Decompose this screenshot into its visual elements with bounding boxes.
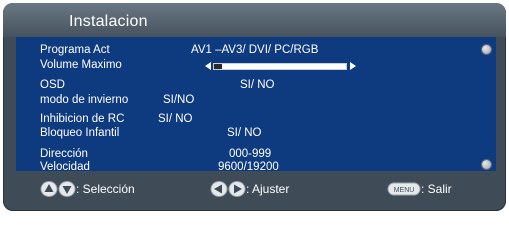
direccion-value: 000-999 (229, 148, 272, 160)
inhibicion-rc-value: SI/ NO (158, 113, 193, 125)
volume-slider[interactable] (205, 62, 356, 71)
scroll-down-indicator-icon[interactable] (482, 160, 491, 169)
menu-item-osd[interactable]: OSD (40, 79, 65, 91)
velocidad-value: 9600/19200 (218, 161, 279, 173)
bloqueo-infantil-value: SI/ NO (227, 127, 262, 139)
up-down-arrows-icon (40, 181, 76, 197)
select-hint: : Selección (76, 182, 135, 196)
menu-item-velocidad[interactable]: Velocidad (40, 161, 90, 173)
menu-item-inhibicion-rc[interactable]: Inhibicion de RC (40, 113, 124, 125)
menu-key-icon: MENU (387, 182, 421, 196)
menu-item-modo-invierno[interactable]: modo de invierno (40, 94, 128, 106)
slider-left-arrow-icon (205, 62, 211, 70)
modo-invierno-value: SI/NO (163, 94, 195, 106)
menu-item-programa-act[interactable]: Programa Act (40, 44, 110, 56)
osd-value: SI/ NO (240, 79, 275, 91)
scroll-up-indicator-icon[interactable] (482, 45, 491, 54)
left-right-arrows-icon (210, 181, 246, 197)
slider-right-arrow-icon (350, 62, 356, 70)
slider-fill (214, 64, 222, 69)
slider-track (213, 63, 347, 70)
menu-key-label: MENU (394, 187, 415, 194)
window-title: Instalacion (69, 13, 148, 30)
menu-item-direccion[interactable]: Dirección (40, 148, 88, 160)
menu-item-volumen-maximo[interactable]: Volume Maximo (40, 59, 122, 71)
programa-act-value: AV1 –AV3/ DVI/ PC/RGB (191, 44, 319, 56)
adjust-hint: : Ajuster (246, 182, 290, 196)
menu-item-bloqueo-infantil[interactable]: Bloqueo Infantil (40, 127, 119, 139)
title-bar: Instalacion (3, 3, 506, 37)
exit-hint: : Salir (421, 182, 452, 196)
